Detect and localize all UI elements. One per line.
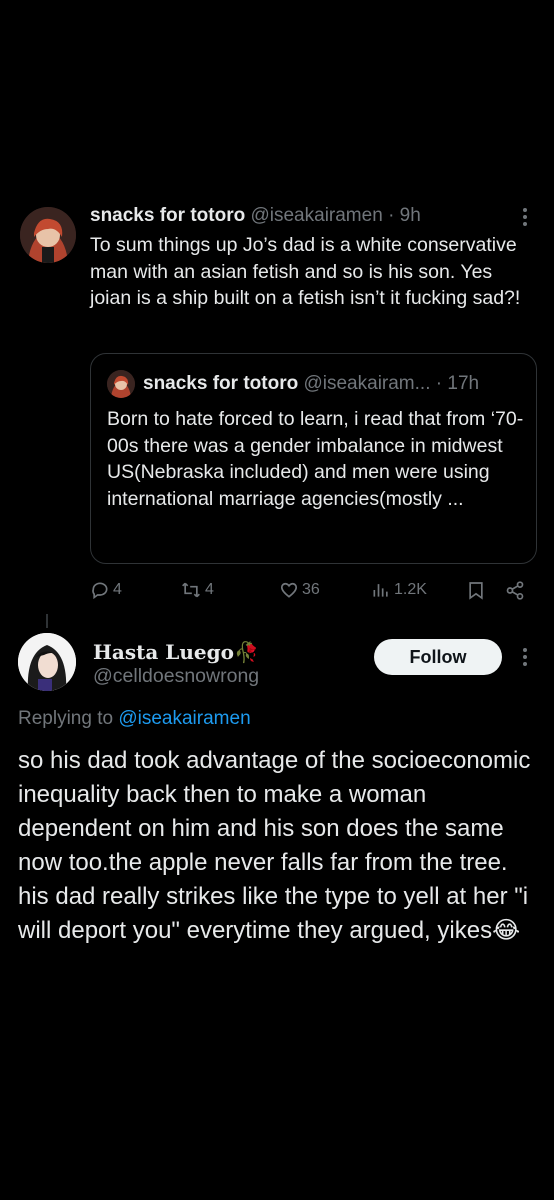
author-name[interactable]: snacks for totoro (90, 205, 245, 226)
reply-button[interactable]: 4 (90, 580, 122, 600)
reply-avatar[interactable] (18, 633, 76, 691)
quoted-time: 17h (447, 373, 480, 394)
quoted-separator-dot: · (435, 373, 443, 394)
separator-dot: · (388, 205, 395, 226)
quoted-author-handle: @iseakairam... (303, 373, 431, 394)
laughing-emoji: 😂 (492, 917, 521, 944)
reply-icon (92, 582, 108, 600)
repost-button[interactable]: 4 (180, 580, 214, 600)
more-options-icon[interactable] (523, 205, 527, 229)
share-icon (506, 581, 524, 600)
bookmark-icon (469, 582, 483, 600)
replying-to-label: Replying to (18, 708, 114, 729)
reply-count: 4 (113, 581, 122, 598)
share-button[interactable] (505, 580, 525, 601)
views-icon (373, 584, 388, 597)
bookmark-button[interactable] (466, 580, 486, 601)
tweet-text: To sum things up Jo’s dad is a white con… (90, 234, 521, 309)
reply-avatar-image (18, 633, 76, 691)
views-button[interactable]: 1.2K (371, 580, 427, 600)
follow-button[interactable]: Follow (374, 639, 502, 675)
rose-emoji: 🥀 (233, 642, 259, 664)
reply-author-handle[interactable]: @celldoesnowrong (93, 664, 259, 688)
replying-to-handle[interactable]: @iseakairamen (118, 708, 250, 729)
avatar[interactable] (20, 207, 76, 263)
repost-count: 4 (205, 581, 214, 598)
views-count: 1.2K (394, 581, 427, 598)
author-handle[interactable]: @iseakairamen (250, 205, 382, 226)
quoted-avatar (107, 370, 135, 398)
heart-icon (280, 582, 298, 598)
like-count: 36 (302, 581, 320, 598)
avatar-image (20, 207, 76, 263)
quoted-tweet[interactable]: snacks for totoro @iseakairam... · 17h B… (90, 353, 537, 564)
like-button[interactable]: 36 (279, 580, 320, 600)
quoted-text: Born to hate forced to learn, i read tha… (107, 408, 524, 510)
thread-line (46, 614, 48, 628)
reply-author-name[interactable]: Hasta Luego (93, 640, 234, 664)
quoted-author-name: snacks for totoro (143, 373, 299, 394)
tweet-time[interactable]: 9h (400, 205, 421, 226)
quoted-avatar-image (107, 370, 135, 398)
reply-more-options-icon[interactable] (523, 645, 527, 669)
reply-text: so his dad took advantage of the socioec… (18, 747, 531, 944)
repost-icon (182, 582, 200, 598)
